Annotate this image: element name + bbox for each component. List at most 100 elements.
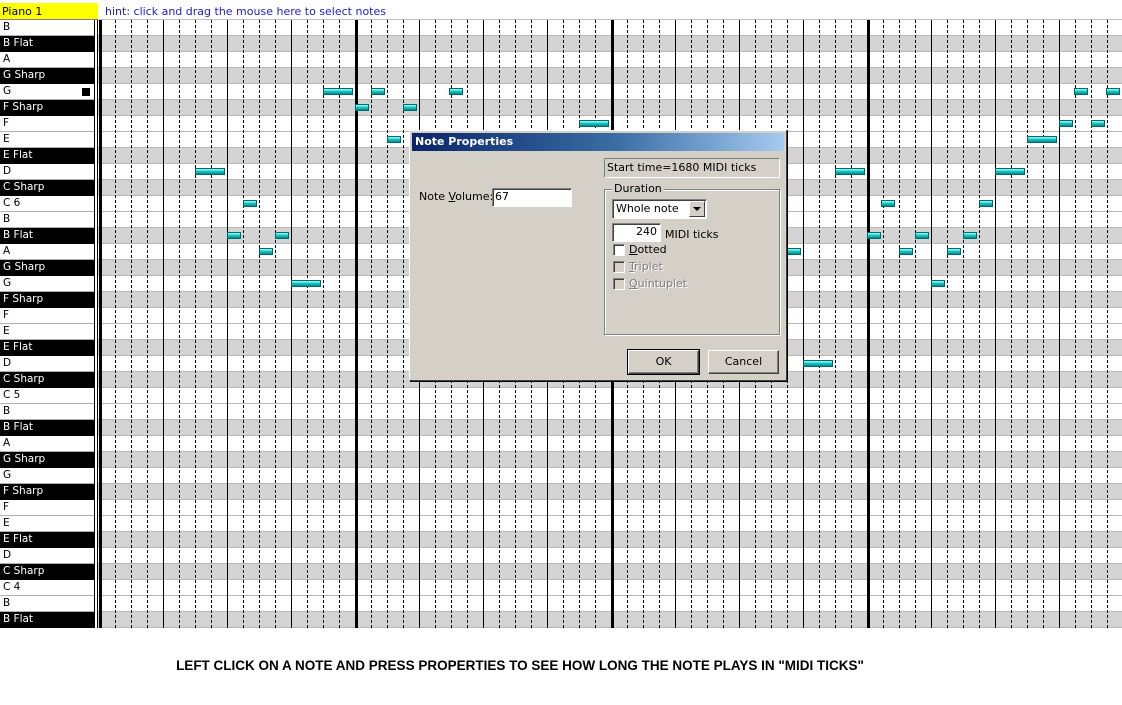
duration-select[interactable]: Whole note bbox=[612, 199, 707, 219]
midi-note[interactable] bbox=[915, 232, 929, 239]
note-volume-input[interactable]: 67 bbox=[492, 188, 572, 207]
piano-key[interactable]: B Flat bbox=[0, 36, 94, 52]
midi-note[interactable] bbox=[963, 232, 977, 239]
midi-note[interactable] bbox=[323, 88, 353, 95]
chevron-down-icon[interactable] bbox=[689, 201, 705, 217]
ok-button[interactable]: OK bbox=[627, 349, 700, 375]
piano-key[interactable]: F bbox=[0, 500, 94, 516]
dialog-title[interactable]: Note Properties bbox=[412, 133, 784, 151]
grid-row[interactable] bbox=[98, 84, 1122, 100]
piano-key[interactable]: E bbox=[0, 132, 94, 148]
grid-row[interactable] bbox=[98, 612, 1122, 628]
piano-key[interactable]: C Sharp bbox=[0, 372, 94, 388]
grid-row[interactable] bbox=[98, 68, 1122, 84]
midi-note[interactable] bbox=[1027, 136, 1057, 143]
midi-note[interactable] bbox=[449, 88, 463, 95]
grid-row[interactable] bbox=[98, 452, 1122, 468]
midi-note[interactable] bbox=[1074, 88, 1088, 95]
midi-note[interactable] bbox=[979, 200, 993, 207]
grid-row[interactable] bbox=[98, 484, 1122, 500]
grid-row[interactable] bbox=[98, 564, 1122, 580]
piano-key[interactable]: B Flat bbox=[0, 420, 94, 436]
midi-note[interactable] bbox=[227, 232, 241, 239]
grid-row[interactable] bbox=[98, 596, 1122, 612]
piano-key[interactable]: D bbox=[0, 356, 94, 372]
piano-key[interactable]: B bbox=[0, 596, 94, 612]
piano-key[interactable]: A bbox=[0, 244, 94, 260]
grid-row[interactable] bbox=[98, 20, 1122, 36]
midi-note[interactable] bbox=[403, 104, 417, 111]
grid-row[interactable] bbox=[98, 100, 1122, 116]
piano-key[interactable]: F Sharp bbox=[0, 484, 94, 500]
midi-note[interactable] bbox=[995, 168, 1025, 175]
piano-key[interactable]: G Sharp bbox=[0, 452, 94, 468]
piano-key[interactable]: A bbox=[0, 436, 94, 452]
piano-key[interactable]: E bbox=[0, 324, 94, 340]
grid-row[interactable] bbox=[98, 404, 1122, 420]
midi-note[interactable] bbox=[947, 248, 961, 255]
piano-key[interactable]: E Flat bbox=[0, 148, 94, 164]
piano-key[interactable]: E bbox=[0, 516, 94, 532]
grid-row[interactable] bbox=[98, 420, 1122, 436]
midi-note[interactable] bbox=[803, 360, 833, 367]
midi-note[interactable] bbox=[1106, 88, 1120, 95]
midi-note[interactable] bbox=[867, 232, 881, 239]
midi-note[interactable] bbox=[291, 280, 321, 287]
midi-note[interactable] bbox=[1091, 120, 1105, 127]
piano-key[interactable]: F Sharp bbox=[0, 292, 94, 308]
piano-key[interactable]: F Sharp bbox=[0, 100, 94, 116]
piano-key[interactable]: F bbox=[0, 116, 94, 132]
piano-key[interactable]: C Sharp bbox=[0, 564, 94, 580]
track-name-label[interactable]: Piano 1 bbox=[0, 3, 98, 20]
grid-row[interactable] bbox=[98, 52, 1122, 68]
piano-key[interactable]: G Sharp bbox=[0, 260, 94, 276]
piano-key[interactable]: E Flat bbox=[0, 532, 94, 548]
piano-key[interactable]: B Flat bbox=[0, 612, 94, 628]
grid-row[interactable] bbox=[98, 532, 1122, 548]
midi-note[interactable] bbox=[387, 136, 401, 143]
piano-key[interactable]: G Sharp bbox=[0, 68, 94, 84]
piano-key[interactable]: B bbox=[0, 20, 94, 36]
midi-note[interactable] bbox=[579, 120, 609, 127]
grid-row[interactable] bbox=[98, 516, 1122, 532]
dotted-checkbox[interactable] bbox=[613, 244, 625, 256]
grid-row[interactable] bbox=[98, 580, 1122, 596]
grid-row[interactable] bbox=[98, 548, 1122, 564]
midi-note[interactable] bbox=[371, 88, 385, 95]
piano-key[interactable]: G bbox=[0, 468, 94, 484]
grid-row[interactable] bbox=[98, 500, 1122, 516]
grid-row[interactable] bbox=[98, 468, 1122, 484]
piano-key[interactable]: G bbox=[0, 84, 94, 100]
piano-key[interactable]: F bbox=[0, 308, 94, 324]
midi-note[interactable] bbox=[1059, 120, 1073, 127]
midi-note[interactable] bbox=[243, 200, 257, 207]
cancel-button[interactable]: Cancel bbox=[708, 350, 779, 374]
piano-key[interactable]: B bbox=[0, 404, 94, 420]
piano-key[interactable]: E Flat bbox=[0, 340, 94, 356]
midi-note[interactable] bbox=[835, 168, 865, 175]
piano-key[interactable]: G bbox=[0, 276, 94, 292]
piano-key[interactable]: C 5 bbox=[0, 388, 94, 404]
triplet-checkbox[interactable] bbox=[613, 261, 625, 273]
piano-key[interactable]: D bbox=[0, 164, 94, 180]
piano-key[interactable]: C 6 bbox=[0, 196, 94, 212]
grid-row[interactable] bbox=[98, 436, 1122, 452]
piano-key[interactable]: B Flat bbox=[0, 228, 94, 244]
piano-key[interactable]: D bbox=[0, 548, 94, 564]
midi-ticks-input[interactable]: 240 bbox=[612, 223, 661, 242]
grid-row[interactable] bbox=[98, 36, 1122, 52]
grid-row[interactable] bbox=[98, 388, 1122, 404]
midi-note[interactable] bbox=[881, 200, 895, 207]
piano-key[interactable]: B bbox=[0, 212, 94, 228]
quintuplet-checkbox[interactable] bbox=[613, 278, 625, 290]
piano-key[interactable]: C Sharp bbox=[0, 180, 94, 196]
midi-note[interactable] bbox=[275, 232, 289, 239]
piano-key[interactable]: C 4 bbox=[0, 580, 94, 596]
midi-note[interactable] bbox=[195, 168, 225, 175]
midi-note[interactable] bbox=[787, 248, 801, 255]
midi-note[interactable] bbox=[931, 280, 945, 287]
midi-note[interactable] bbox=[899, 248, 913, 255]
piano-key[interactable]: A bbox=[0, 52, 94, 68]
midi-note[interactable] bbox=[259, 248, 273, 255]
midi-note[interactable] bbox=[355, 104, 369, 111]
